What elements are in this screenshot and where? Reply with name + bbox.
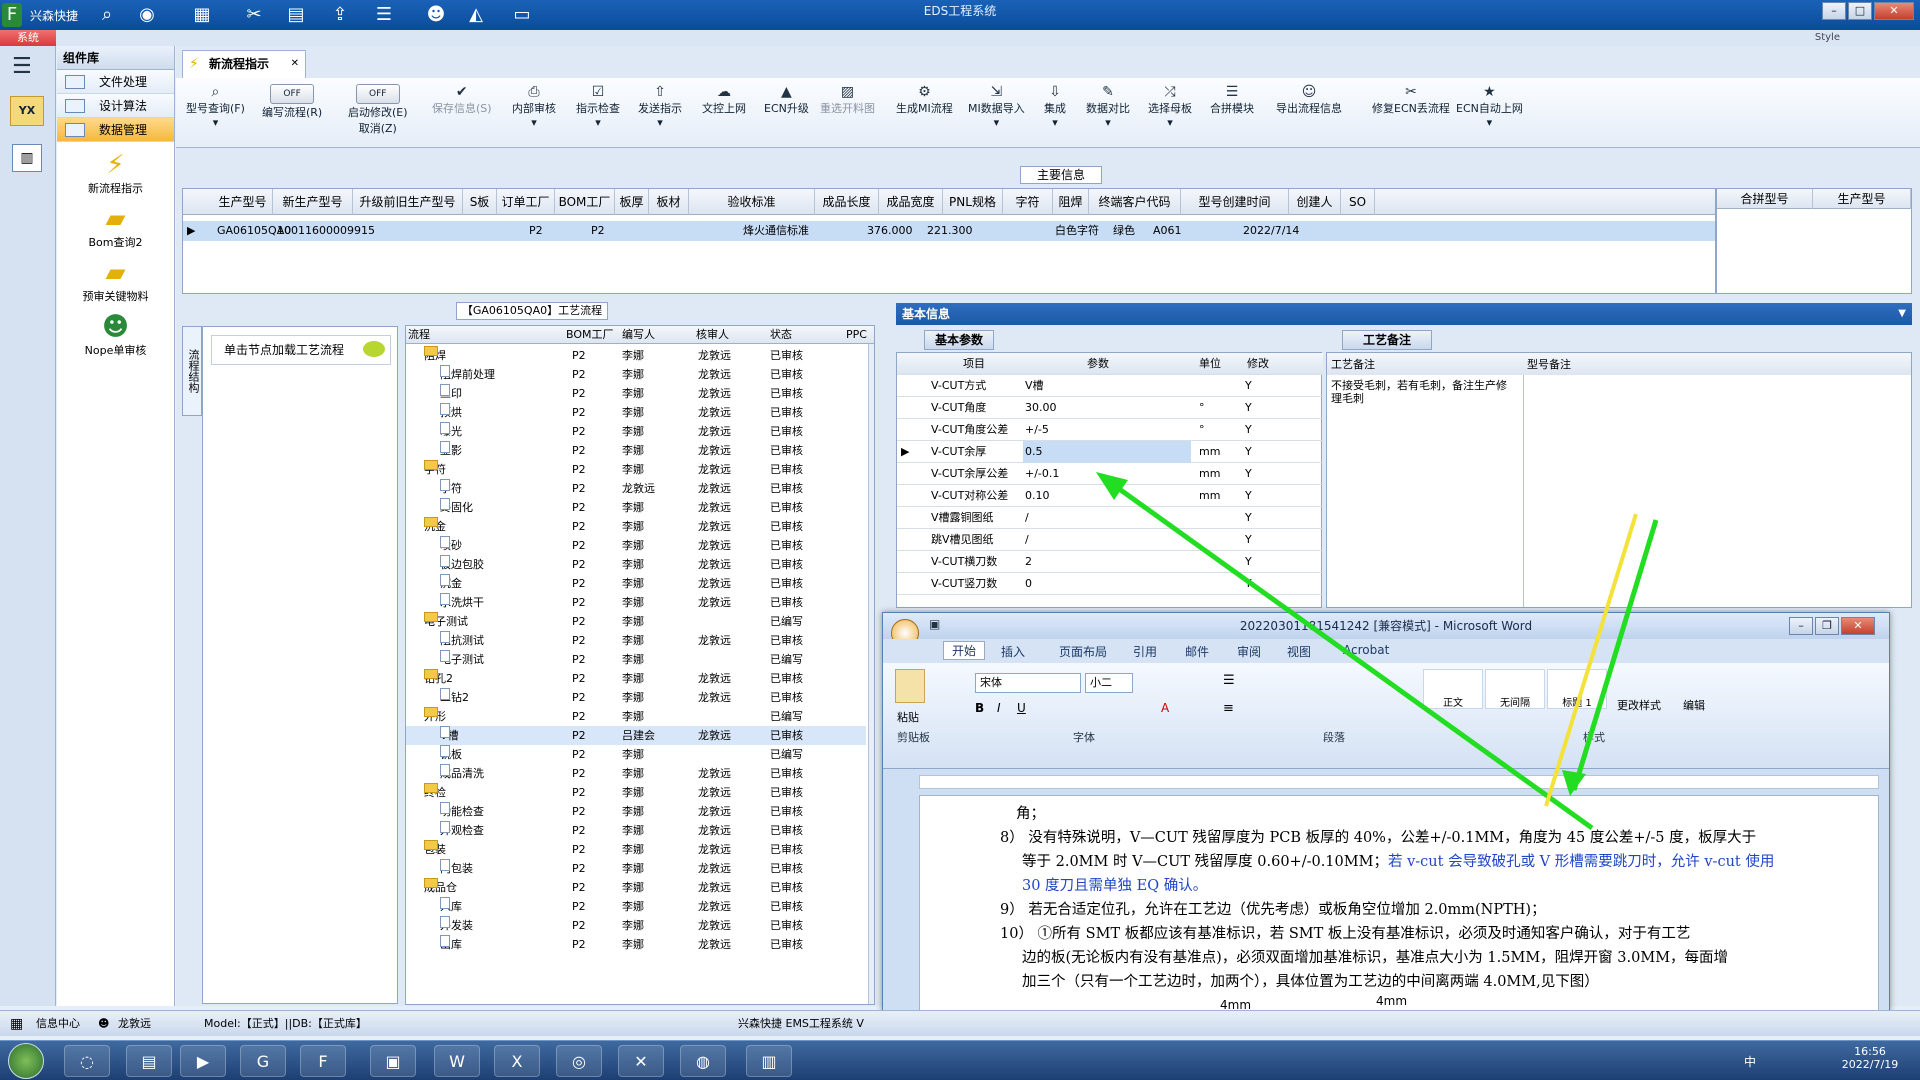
taskbar-app-icon[interactable]: G: [240, 1045, 286, 1077]
taskbar-app-icon[interactable]: ◍: [680, 1045, 726, 1077]
taskbar-word-icon[interactable]: W: [434, 1045, 480, 1077]
status-model: Model:【正式】||DB:【正式库】: [204, 1017, 367, 1030]
clock[interactable]: 16:56 2022/7/19: [1834, 1045, 1906, 1071]
status-bar: ▦ 信息中心 ☻ 龙敦远 Model:【正式】||DB:【正式库】 兴森快捷 E…: [0, 1010, 1920, 1036]
green-arrow-line: [1102, 475, 1594, 831]
status-info[interactable]: 信息中心: [36, 1011, 80, 1037]
start-button[interactable]: [8, 1043, 44, 1079]
taskbar-app-icon[interactable]: ▤: [126, 1045, 172, 1077]
clock-date: 2022/7/19: [1841, 1058, 1899, 1071]
taskbar-app-icon[interactable]: ◎: [556, 1045, 602, 1077]
taskbar-app-icon[interactable]: ◌: [64, 1045, 110, 1077]
taskbar-app-icon[interactable]: ▶: [180, 1045, 226, 1077]
green-arrow-line: [1571, 519, 1659, 791]
taskbar-app-icon[interactable]: ✕: [618, 1045, 664, 1077]
taskbar-app-icon[interactable]: F: [300, 1045, 346, 1077]
status-right: 兴森快捷 EMS工程系统 V: [738, 1017, 864, 1030]
ime-indicator[interactable]: 中: [1744, 1053, 1756, 1070]
person-icon: ☻: [98, 1017, 110, 1030]
taskbar-excel-icon[interactable]: X: [494, 1045, 540, 1077]
status-user: 龙敦远: [118, 1017, 151, 1030]
grid-icon[interactable]: ▦: [10, 1011, 23, 1037]
taskbar: ◌ ▤ ▶ G F ▣ W X ◎ ✕ ◍ ▥ 中 16:56 2022/7/19: [0, 1040, 1920, 1080]
taskbar-app-icon[interactable]: ▥: [746, 1045, 792, 1077]
taskbar-app-icon[interactable]: ▣: [370, 1045, 416, 1077]
yellow-line: [1544, 513, 1638, 807]
green-arrowhead: [1096, 472, 1128, 500]
clock-time: 16:56: [1854, 1045, 1886, 1058]
annotation-arrows: [1096, 472, 1659, 831]
green-arrowhead: [1562, 770, 1586, 796]
